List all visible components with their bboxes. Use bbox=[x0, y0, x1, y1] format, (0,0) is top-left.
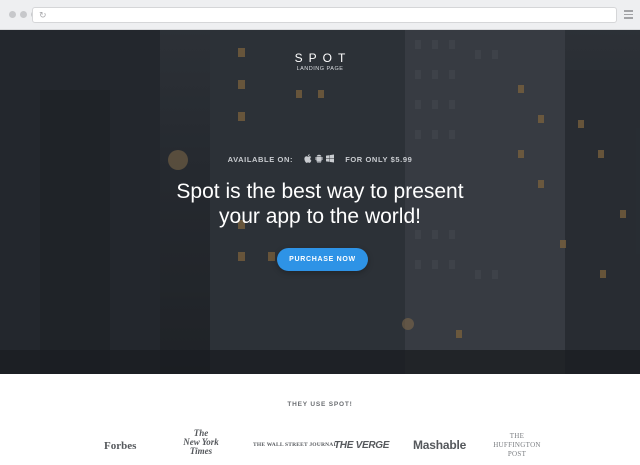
browser-toolbar: ↻ bbox=[0, 0, 640, 30]
apple-icon[interactable] bbox=[304, 154, 312, 163]
forbes-logo: Forbes bbox=[104, 440, 137, 452]
purchase-now-button[interactable]: PURCHASE NOW bbox=[277, 248, 368, 271]
hero-headline: Spot is the best way to present your app… bbox=[0, 179, 640, 229]
hamburger-menu-icon[interactable] bbox=[624, 10, 633, 19]
press-title: THEY USE SPOT! bbox=[287, 401, 353, 408]
huff-line-2: HUFFINGTON bbox=[493, 441, 541, 449]
wsj-logo: THE WALL STREET JOURNAL bbox=[253, 442, 338, 448]
address-bar[interactable]: ↻ bbox=[32, 7, 617, 23]
windows-icon[interactable] bbox=[325, 154, 334, 163]
verge-logo: THE VERGE bbox=[334, 440, 390, 451]
headline-line-1: Spot is the best way to present bbox=[176, 180, 464, 203]
price-text: FOR ONLY $5.99 bbox=[345, 155, 413, 164]
mashable-logo: Mashable bbox=[413, 438, 467, 452]
nyt-logo: The New York Times bbox=[177, 429, 225, 456]
availability-line: AVAILABLE ON: FOR ONLY $5.99 bbox=[0, 154, 640, 164]
android-icon[interactable] bbox=[315, 154, 323, 163]
hero-section: SPOT LANDING PAGE AVAILABLE ON: FOR ONLY… bbox=[0, 30, 640, 374]
huff-line-1: THE bbox=[509, 432, 525, 440]
availability-prefix: AVAILABLE ON: bbox=[227, 155, 294, 164]
brand-logo[interactable]: SPOT LANDING PAGE bbox=[0, 51, 640, 72]
huffington-post-logo: THE HUFFINGTON POST bbox=[488, 432, 546, 459]
reload-icon[interactable]: ↻ bbox=[39, 10, 47, 20]
brand-name: SPOT bbox=[294, 51, 352, 65]
headline-line-2: your app to the world! bbox=[219, 205, 421, 228]
close-window-button[interactable] bbox=[9, 11, 16, 18]
huff-line-3: POST bbox=[507, 450, 527, 458]
minimize-window-button[interactable] bbox=[20, 11, 27, 18]
nyt-line-3: Times bbox=[189, 446, 213, 456]
brand-tagline: LANDING PAGE bbox=[296, 66, 344, 72]
press-section: THEY USE SPOT! Forbes The New York Times… bbox=[0, 374, 640, 465]
